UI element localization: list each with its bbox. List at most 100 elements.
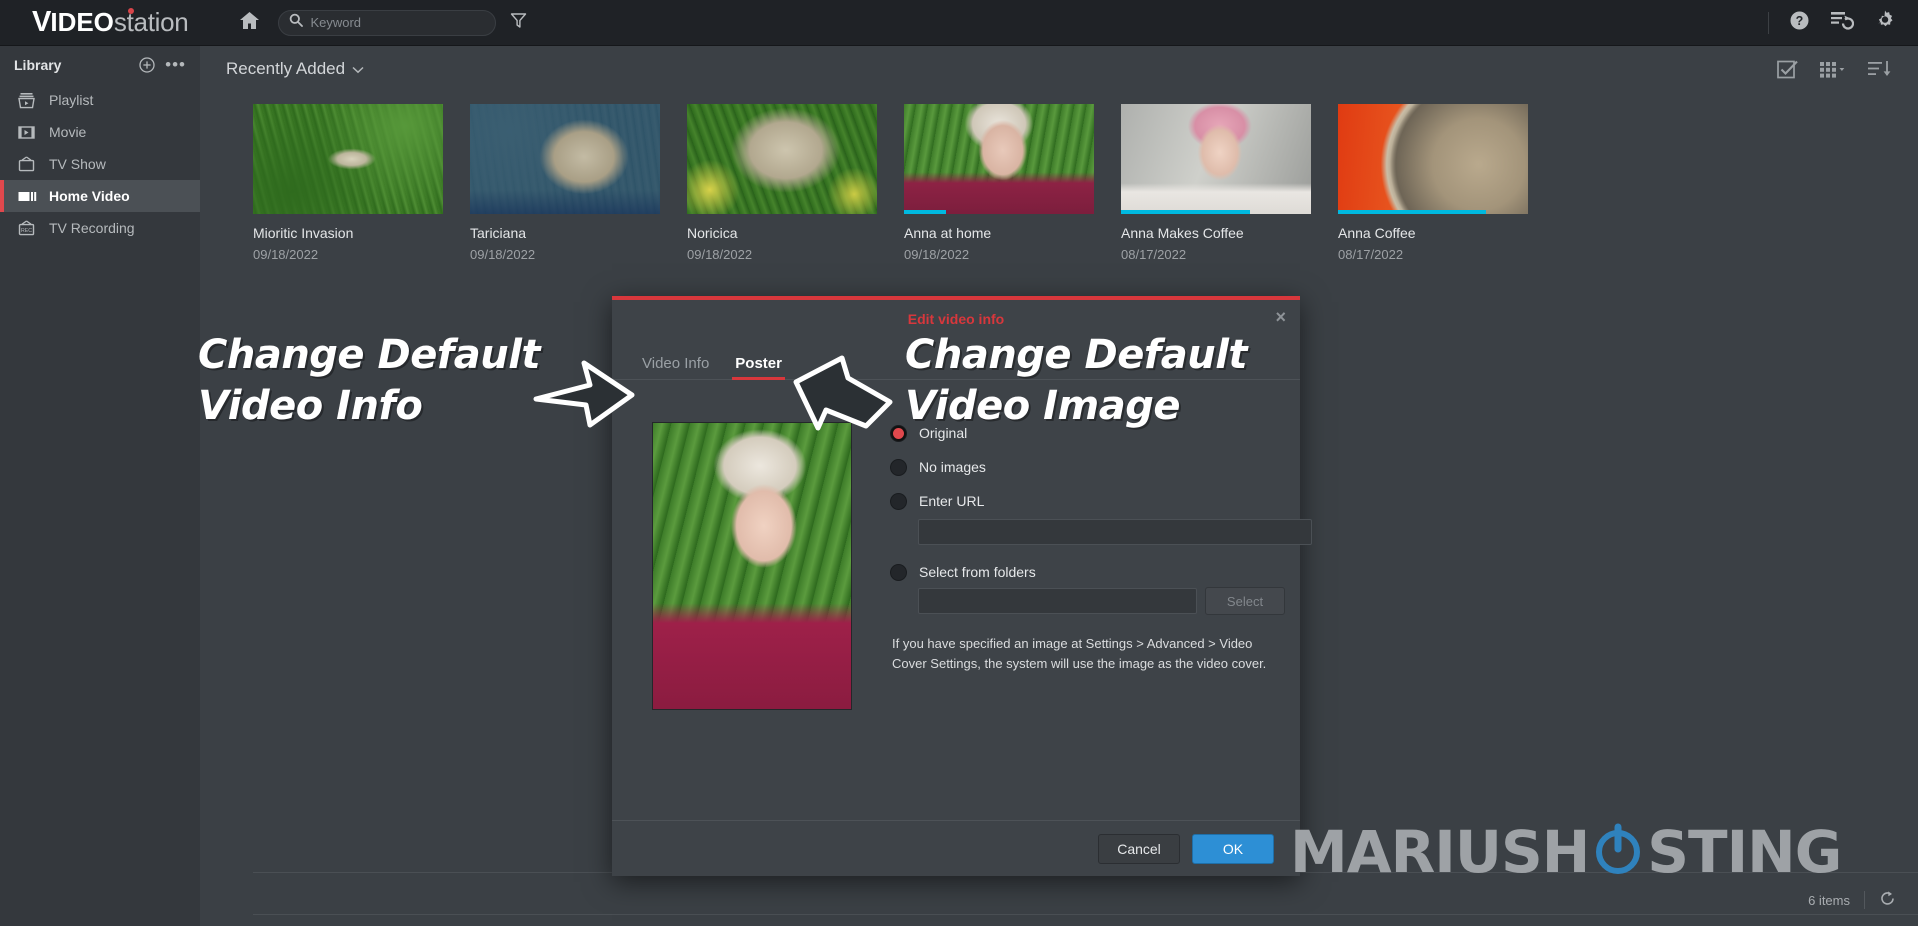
- sidebar-item-tv-recording[interactable]: REC TV Recording: [0, 212, 200, 244]
- video-card[interactable]: Anna at home 09/18/2022: [904, 104, 1094, 262]
- home-button[interactable]: [234, 8, 264, 38]
- video-title: Anna Coffee: [1338, 225, 1416, 241]
- sidebar-item-label: Home Video: [49, 188, 130, 204]
- option-original[interactable]: Original: [890, 422, 1312, 444]
- video-card[interactable]: Mioritic Invasion 09/18/2022: [253, 104, 443, 262]
- tv-show-icon: [18, 155, 40, 173]
- svg-text:REC: REC: [21, 228, 32, 234]
- video-title: Tariciana: [470, 225, 527, 241]
- video-card[interactable]: Noricica 09/18/2022: [687, 104, 877, 262]
- app-logo: V IDEO station: [32, 6, 189, 39]
- help-button[interactable]: ?: [1789, 10, 1810, 36]
- watch-progress-bar: [1121, 210, 1251, 214]
- video-title: Anna Makes Coffee: [1121, 225, 1244, 241]
- help-icon: ?: [1789, 10, 1810, 36]
- video-thumbnail[interactable]: [253, 104, 443, 214]
- sort-dropdown[interactable]: Recently Added: [226, 59, 364, 79]
- select-button[interactable]: Select: [1205, 587, 1285, 615]
- content-toolbar: Recently Added: [200, 46, 1918, 92]
- radio-no-images[interactable]: [890, 458, 907, 476]
- sidebar-item-playlist[interactable]: Playlist: [0, 84, 200, 116]
- grid-view-button[interactable]: [1820, 61, 1846, 78]
- item-count-label: 6 items: [1808, 892, 1850, 908]
- video-grid: Mioritic Invasion 09/18/2022 Tariciana 0…: [200, 92, 1918, 262]
- option-no-images[interactable]: No images: [890, 456, 1312, 478]
- sidebar: Library ••• Playlist Movie TV Show Home …: [0, 46, 200, 926]
- gear-icon: [1874, 9, 1896, 36]
- watch-progress-bar: [1338, 210, 1487, 214]
- ok-button[interactable]: OK: [1192, 833, 1274, 864]
- video-card[interactable]: Anna Coffee 08/17/2022: [1338, 104, 1528, 262]
- dialog-panel: Edit video info × Video Info Poster Orig…: [612, 296, 1312, 876]
- tab-video-info[interactable]: Video Info: [642, 355, 709, 379]
- tv-recording-icon: REC: [18, 219, 40, 237]
- content-divider: [253, 914, 1918, 915]
- add-library-button[interactable]: [139, 57, 155, 73]
- videostation-app: VIDEOstation ?: [0, 0, 1918, 926]
- home-icon: [239, 11, 260, 35]
- poster-hint-text: If you have specified an image at Settin…: [892, 636, 1267, 672]
- sidebar-item-movie[interactable]: Movie: [0, 116, 200, 148]
- library-header: Library •••: [0, 46, 200, 84]
- sidebar-item-label: Playlist: [49, 92, 94, 108]
- video-date: 09/18/2022: [253, 247, 319, 262]
- tab-poster[interactable]: Poster: [732, 355, 785, 380]
- option-enter-url[interactable]: Enter URL: [890, 490, 1312, 512]
- video-thumbnail[interactable]: [1121, 104, 1311, 214]
- divider: [1864, 891, 1865, 909]
- home-video-icon: [18, 189, 40, 204]
- option-select-from-folders[interactable]: Select from folders: [890, 561, 1312, 583]
- radio-select-from-folders[interactable]: [890, 563, 907, 581]
- video-title: Anna at home: [904, 225, 992, 241]
- dialog-title-bar: Edit video info ×: [612, 300, 1300, 338]
- filter-button[interactable]: [510, 12, 527, 34]
- sidebar-item-tv-show[interactable]: TV Show: [0, 148, 200, 180]
- logo-station: station: [113, 7, 189, 37]
- video-thumbnail[interactable]: [470, 104, 660, 214]
- search-icon: [289, 13, 304, 32]
- dialog-tabs: Video Info Poster: [612, 338, 1300, 380]
- folder-input[interactable]: [918, 588, 1197, 614]
- video-thumbnail[interactable]: [904, 104, 1094, 214]
- sidebar-item-label: TV Show: [49, 156, 106, 172]
- select-all-button[interactable]: [1777, 59, 1798, 80]
- svg-text:?: ?: [1796, 14, 1804, 28]
- dialog-body: Original No images Enter URL Select from…: [612, 380, 1312, 820]
- video-card[interactable]: Anna Makes Coffee 08/17/2022: [1121, 104, 1311, 262]
- cancel-button[interactable]: Cancel: [1098, 833, 1180, 864]
- chevron-down-icon: [352, 59, 364, 79]
- search-box[interactable]: [278, 9, 497, 36]
- library-more-button[interactable]: •••: [165, 56, 186, 73]
- video-title: Mioritic Invasion: [253, 225, 354, 241]
- settings-button[interactable]: [1874, 9, 1896, 36]
- filter-icon: [510, 12, 527, 34]
- video-title: Noricica: [687, 225, 738, 241]
- video-date: 08/17/2022: [1338, 247, 1404, 262]
- video-date: 09/18/2022: [904, 247, 970, 262]
- playlist-icon: [18, 92, 40, 109]
- option-label: Enter URL: [919, 493, 985, 509]
- sort-dropdown-label: Recently Added: [226, 59, 346, 78]
- video-thumbnail[interactable]: [1338, 104, 1528, 214]
- folder-picker-row: Select: [918, 587, 1312, 615]
- logo-dot-icon: [128, 8, 134, 14]
- logo-ideo: IDEO: [50, 7, 114, 37]
- close-icon[interactable]: ×: [1275, 308, 1286, 326]
- option-label: Select from folders: [919, 564, 1036, 580]
- video-card[interactable]: Tariciana 09/18/2022: [470, 104, 660, 262]
- library-title: Library: [14, 57, 62, 73]
- video-thumbnail[interactable]: [687, 104, 877, 214]
- radio-enter-url[interactable]: [890, 492, 907, 510]
- search-input[interactable]: [310, 15, 481, 30]
- radio-original[interactable]: [890, 424, 907, 442]
- movie-icon: [18, 124, 40, 141]
- video-date: 09/18/2022: [470, 247, 536, 262]
- sort-order-button[interactable]: [1868, 60, 1892, 78]
- library-actions: •••: [139, 56, 186, 73]
- refresh-button[interactable]: [1879, 890, 1896, 910]
- dialog-title: Edit video info: [907, 311, 1005, 327]
- sidebar-item-home-video[interactable]: Home Video: [0, 180, 200, 212]
- url-input[interactable]: [918, 519, 1312, 545]
- status-bar: 6 items: [1808, 886, 1918, 914]
- task-queue-button[interactable]: [1830, 10, 1855, 35]
